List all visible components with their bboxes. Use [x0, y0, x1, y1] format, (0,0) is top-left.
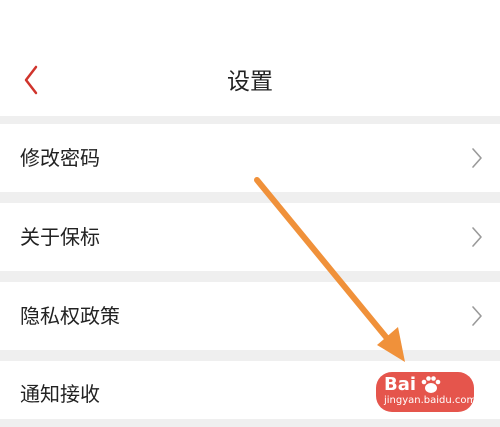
baidu-jingyan-watermark: Bai jingyan.baidu.com — [376, 372, 474, 412]
chevron-right-icon — [470, 226, 484, 248]
paw-icon — [421, 376, 441, 393]
settings-item-about[interactable]: 关于保标 — [0, 203, 500, 271]
settings-item-change-password[interactable]: 修改密码 — [0, 124, 500, 192]
settings-item-label: 修改密码 — [20, 146, 100, 170]
chevron-right-icon — [470, 147, 484, 169]
chevron-right-icon — [470, 305, 484, 327]
settings-item-label: 隐私权政策 — [20, 304, 120, 328]
watermark-logo: Bai — [384, 374, 417, 395]
settings-item-label: 通知接收 — [20, 382, 100, 406]
page-title: 设置 — [227, 69, 273, 95]
watermark-url: jingyan.baidu.com — [384, 395, 474, 406]
settings-item-privacy-policy[interactable]: 隐私权政策 — [0, 282, 500, 350]
settings-item-label: 关于保标 — [20, 225, 100, 249]
header-bar: 设置 — [0, 0, 500, 116]
